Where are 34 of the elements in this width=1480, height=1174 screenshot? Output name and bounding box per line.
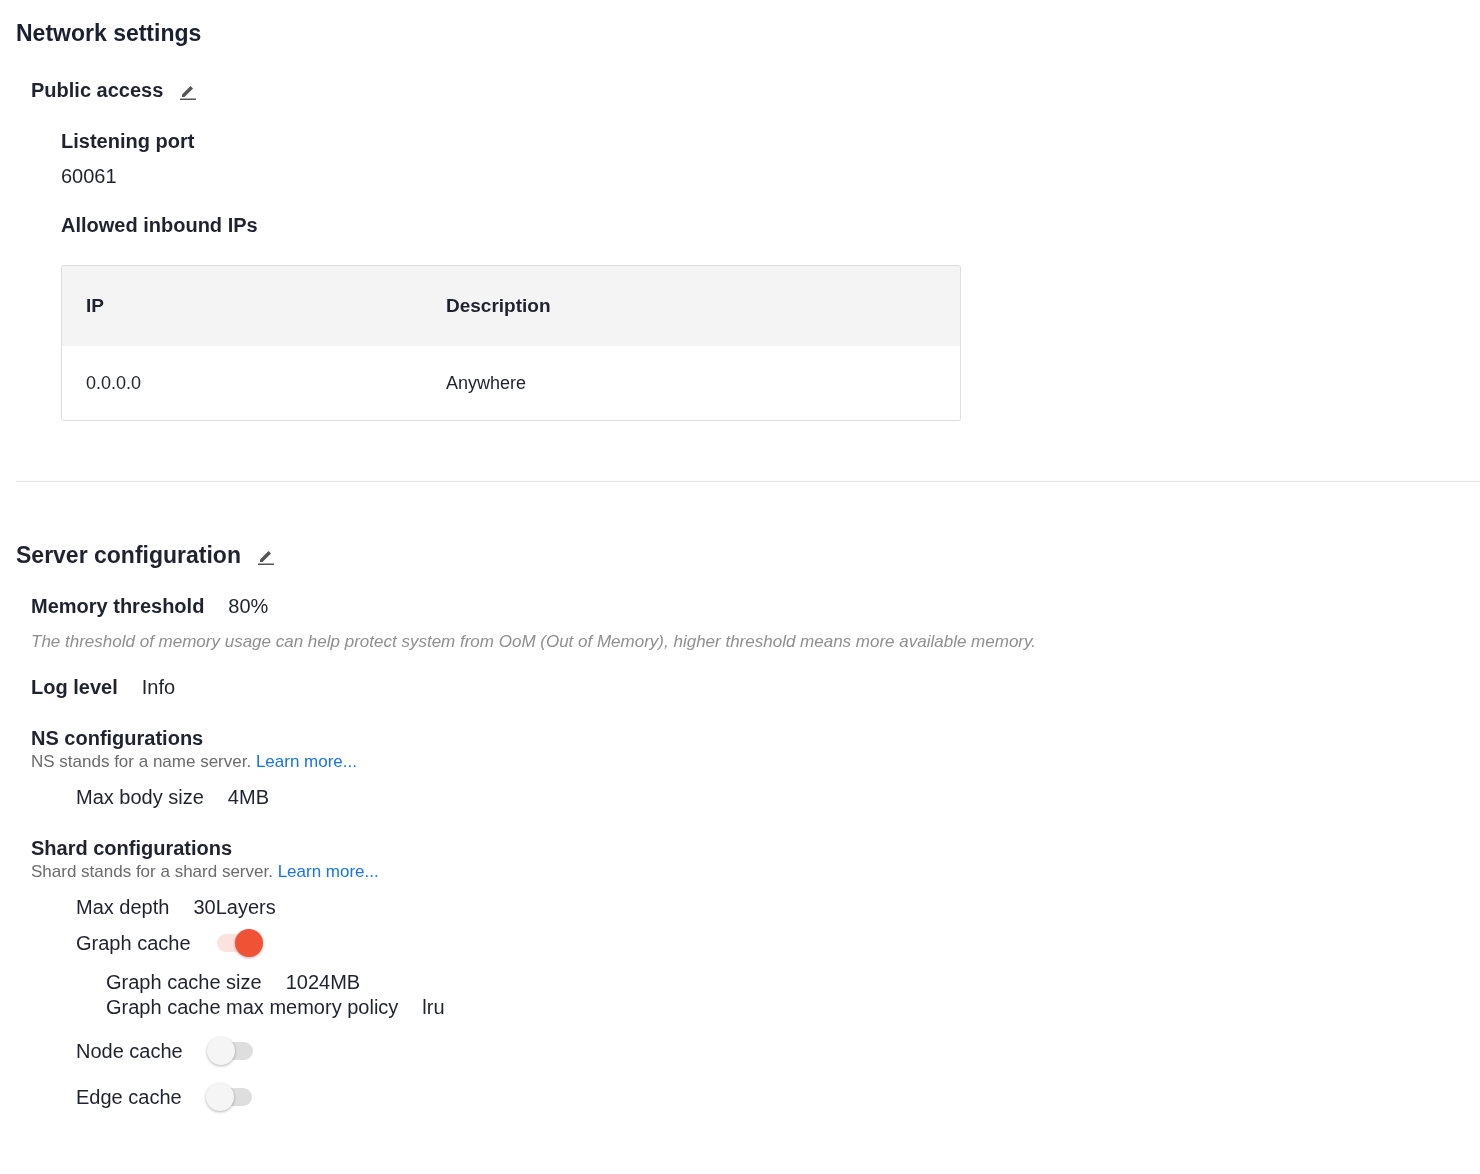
field-value: 4MB <box>227 786 269 809</box>
column-header: IP <box>85 295 105 317</box>
field-label: Listening port <box>61 130 196 153</box>
table-cell-text: 0.0.0.0 <box>85 372 143 394</box>
field-value: 80% <box>228 595 269 618</box>
page-title: Network settings <box>16 20 203 47</box>
field-label: Graph cache size <box>106 971 262 994</box>
field-label: Log level <box>31 676 118 699</box>
group-title: Shard configurations <box>31 837 234 860</box>
column-header: Description <box>445 295 552 317</box>
field-label: Allowed inbound IPs <box>61 214 259 237</box>
field-description: The threshold of memory usage can help protect system from OoM (Out of Memory), higher threshold means more available memory. <box>31 632 1037 652</box>
learn-more-link[interactable]: Learn more... <box>255 752 357 771</box>
field-label: Graph cache <box>76 931 191 955</box>
field-label: Memory threshold <box>31 595 205 618</box>
field-label: Max body size <box>76 786 204 809</box>
field-value: 60061 <box>61 165 118 188</box>
field-value: 30Layers <box>193 896 276 919</box>
section-title: Server configuration <box>16 542 241 569</box>
toggle-switch[interactable] <box>205 1083 254 1111</box>
group-note: Shard stands for a shard server. Learn more... <box>31 862 380 882</box>
learn-more-link[interactable]: Learn more... <box>277 862 379 881</box>
toggle-switch[interactable] <box>206 1037 255 1065</box>
section-title: Public access <box>31 79 164 102</box>
field-value: 1024MB <box>285 971 361 994</box>
group-title: NS configurations <box>31 727 205 750</box>
field-label: Graph cache max memory policy <box>106 996 399 1019</box>
field-value: Info <box>141 676 176 699</box>
field-label: Max depth <box>76 896 170 919</box>
table-cell-text: Anywhere <box>445 372 528 394</box>
group-note: NS stands for a name server. Learn more... <box>31 752 358 772</box>
field-label: Node cache <box>76 1039 183 1063</box>
field-label: Edge cache <box>76 1085 182 1109</box>
field-value: lru <box>422 996 445 1019</box>
